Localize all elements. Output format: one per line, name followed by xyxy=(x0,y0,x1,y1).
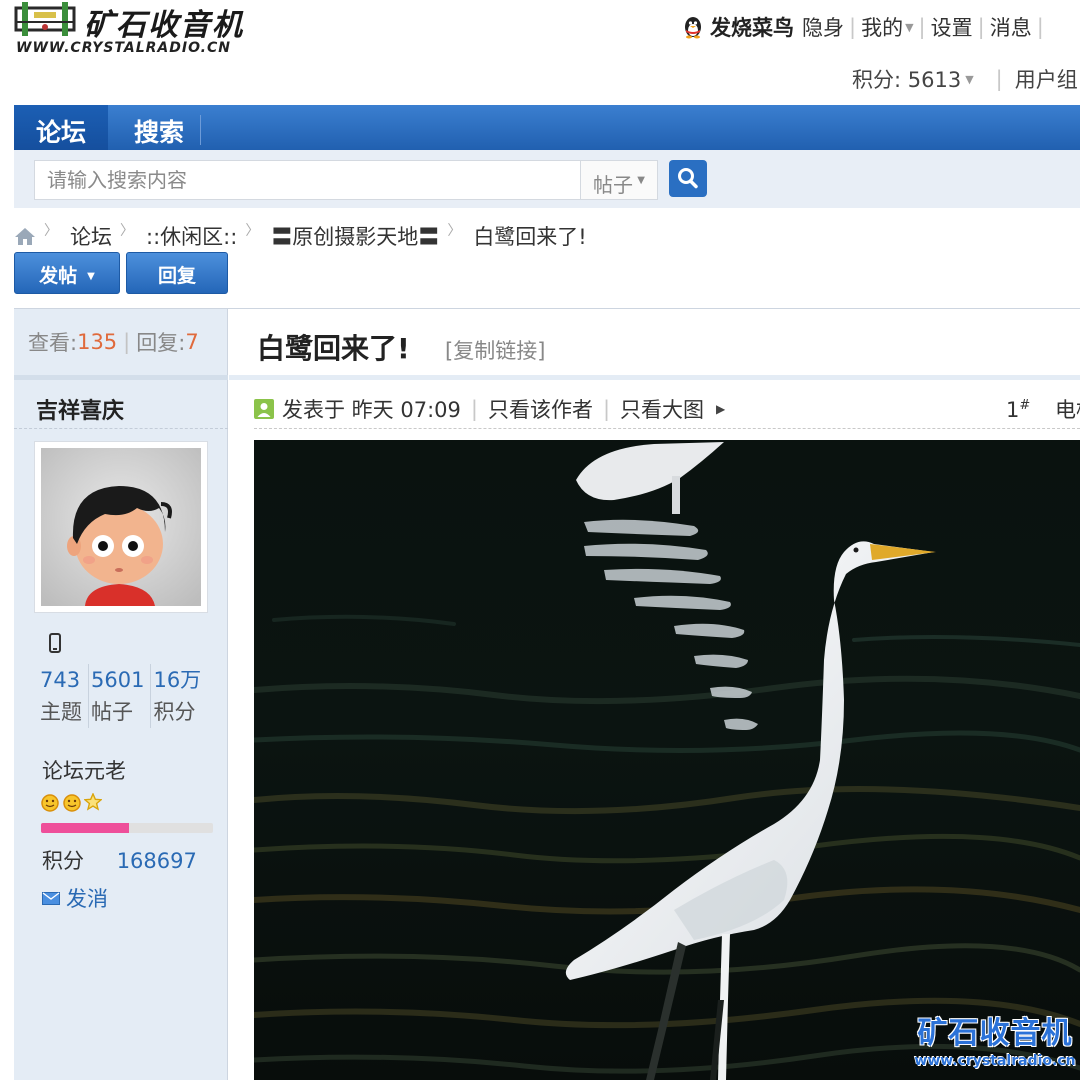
breadcrumb-photography[interactable]: 〓原创摄影天地〓 xyxy=(271,221,439,251)
breadcrumb: 〉 论坛 〉 ::休闲区:: 〉 〓原创摄影天地〓 〉 白鹭回来了! xyxy=(14,218,587,254)
stat-posts[interactable]: 5601 帖子 xyxy=(89,664,152,728)
username-link[interactable]: 发烧菜鸟 xyxy=(710,12,794,42)
chevron-down-icon: ▼ xyxy=(905,20,914,34)
thread-stats: 查看: 135 | 回复: 7 xyxy=(14,309,228,375)
online-status-icon xyxy=(254,399,274,419)
floor-number-value: 1 xyxy=(1006,398,1020,422)
play-triangle-icon: ▶ xyxy=(716,402,726,416)
avatar-cartoon-boy-icon xyxy=(41,448,201,606)
user-points-line: 积分: 5613 ▼ | 用户组 xyxy=(852,62,1080,96)
new-post-label: 发帖 xyxy=(39,265,78,287)
chevron-right-icon: 〉 xyxy=(245,223,260,239)
qq-penguin-icon xyxy=(685,17,701,39)
rank-icons xyxy=(40,793,102,813)
replies-count: 7 xyxy=(185,330,199,354)
post-header: 白鹭回来了! [复制链接] xyxy=(229,309,1080,375)
egret-photo xyxy=(254,440,1080,1080)
envelope-icon xyxy=(42,891,60,905)
new-post-button[interactable]: 发帖 ▼ xyxy=(14,252,120,294)
author-points-value: 168697 xyxy=(116,849,197,873)
search-type-value: 帖子 xyxy=(593,173,633,197)
rank-star-icon xyxy=(84,793,102,811)
home-icon[interactable] xyxy=(14,226,36,246)
floor-number: 1# 电梯 xyxy=(1006,394,1080,424)
only-images-link[interactable]: 只看大图 xyxy=(620,394,704,424)
stat-threads-value: 743 xyxy=(40,668,81,692)
search-input[interactable] xyxy=(34,160,580,200)
views-count: 135 xyxy=(77,330,118,354)
send-message-link[interactable]: 发消 xyxy=(42,883,108,913)
post-image[interactable] xyxy=(254,440,1080,1080)
logo-text: 矿石收音机 xyxy=(84,8,244,43)
author-sidebar: 查看: 135 | 回复: 7 吉祥喜庆 743 主题 5601 帖子 16万 … xyxy=(14,309,228,1080)
stat-points[interactable]: 16万 积分 xyxy=(151,664,207,728)
level-progress-fill xyxy=(41,823,129,833)
breadcrumb-forum[interactable]: 论坛 xyxy=(70,221,112,251)
author-points-label: 积分 xyxy=(42,849,84,873)
search-type-select[interactable]: 帖子 ▼ xyxy=(580,160,658,200)
reply-button[interactable]: 回复 xyxy=(126,252,228,294)
chevron-right-icon: 〉 xyxy=(447,223,462,239)
search-icon xyxy=(678,168,698,189)
logo-url: WWW.CRYSTALRADIO.CN xyxy=(16,40,231,56)
stat-threads[interactable]: 743 主题 xyxy=(38,664,89,728)
post-time: 发表于 昨天 07:09 xyxy=(282,398,461,422)
author-stats: 743 主题 5601 帖子 16万 积分 xyxy=(38,664,207,728)
stat-points-label: 积分 xyxy=(153,700,196,724)
search-bar: 帖子 ▼ xyxy=(14,150,1080,208)
breadcrumb-current: 白鹭回来了! xyxy=(473,225,587,249)
search-button[interactable] xyxy=(669,160,707,197)
main-nav: 论坛 搜索 xyxy=(14,105,1080,150)
watermark: 矿石收音机 www.crystalradio.cn xyxy=(910,1016,1080,1080)
level-progress-bar xyxy=(41,823,213,833)
avatar[interactable] xyxy=(34,441,208,613)
watermark-main: 矿石收音机 xyxy=(917,1016,1073,1051)
reply-label: 回复 xyxy=(157,265,196,287)
elevator-link[interactable]: 电梯 xyxy=(1055,398,1080,422)
copy-link-button[interactable]: [复制链接] xyxy=(445,335,545,365)
mobile-phone-icon xyxy=(49,633,61,653)
author-name-link[interactable]: 吉祥喜庆 xyxy=(36,393,124,425)
chevron-right-icon: 〉 xyxy=(44,223,58,239)
stat-points-value: 16万 xyxy=(153,668,202,692)
settings-link[interactable]: 设置 xyxy=(931,12,973,42)
chevron-down-icon: ▼ xyxy=(87,271,95,282)
messages-link[interactable]: 消息 xyxy=(990,12,1032,42)
page-title: 白鹭回来了! xyxy=(257,332,410,365)
views-label: 查看: xyxy=(28,331,78,355)
my-menu[interactable]: 我的 xyxy=(861,12,903,42)
rank-sun-icon xyxy=(63,794,81,812)
chevron-down-icon: ▼ xyxy=(965,72,974,86)
send-message-label: 发消 xyxy=(66,887,108,911)
chevron-down-icon: ▼ xyxy=(637,175,645,186)
stat-posts-value: 5601 xyxy=(91,668,145,692)
only-author-link[interactable]: 只看该作者 xyxy=(488,394,593,424)
points-menu[interactable]: 积分: 5613 xyxy=(852,64,961,94)
author-points: 积分 168697 xyxy=(42,845,197,875)
radio-logo-icon xyxy=(14,2,76,36)
rank-sun-icon xyxy=(41,794,59,812)
invisible-link[interactable]: 隐身 xyxy=(802,12,844,42)
tab-search[interactable]: 搜索 xyxy=(114,105,204,150)
post-meta: 发表于 昨天 07:09 | 只看该作者 | 只看大图 ▶ xyxy=(254,392,1080,426)
usergroup-link[interactable]: 用户组 xyxy=(1015,64,1078,94)
tab-forum[interactable]: 论坛 xyxy=(14,105,108,150)
rank-title[interactable]: 论坛元老 xyxy=(42,755,126,785)
replies-label: 回复: xyxy=(136,331,186,355)
stat-threads-label: 主题 xyxy=(40,700,82,724)
watermark-url: www.crystalradio.cn xyxy=(914,1053,1076,1069)
user-nav: 发烧菜鸟 隐身 | 我的 ▼ | 设置 | 消息 | xyxy=(682,10,1080,44)
stat-posts-label: 帖子 xyxy=(91,700,133,724)
site-logo[interactable]: 矿石收音机 WWW.CRYSTALRADIO.CN xyxy=(12,0,262,60)
floor-mark: # xyxy=(1019,398,1031,413)
chevron-right-icon: 〉 xyxy=(120,223,134,239)
breadcrumb-leisure[interactable]: ::休闲区:: xyxy=(146,221,237,251)
